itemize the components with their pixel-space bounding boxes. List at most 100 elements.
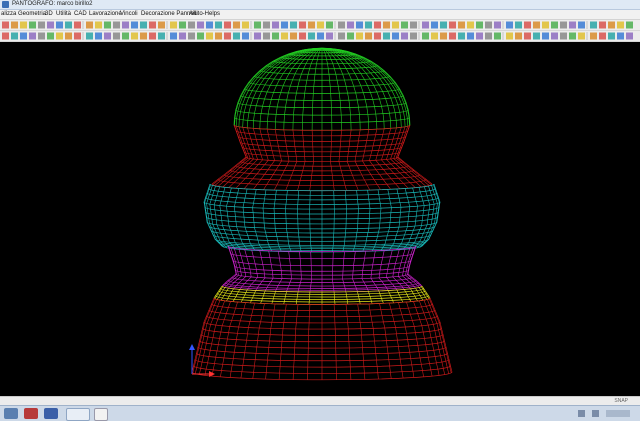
toolbar-button-icon[interactable] [197, 21, 204, 29]
toolbar-button-icon[interactable] [188, 21, 195, 29]
toolbar-button-icon[interactable] [272, 21, 279, 29]
toolbar-button-icon[interactable] [383, 32, 390, 40]
toolbar-button-icon[interactable] [578, 21, 585, 29]
toolbar-button-icon[interactable] [476, 21, 483, 29]
toolbar-button-icon[interactable] [113, 21, 120, 29]
snap-indicator[interactable]: SNAP [614, 397, 628, 405]
toolbar-button-icon[interactable] [74, 32, 81, 40]
toolbar-button-icon[interactable] [170, 32, 177, 40]
toolbar-button-icon[interactable] [104, 32, 111, 40]
toolbar-button-icon[interactable] [179, 32, 186, 40]
toolbar-button-icon[interactable] [2, 32, 9, 40]
toolbar-button-icon[interactable] [599, 21, 606, 29]
toolbar-button-icon[interactable] [140, 32, 147, 40]
toolbar-button-icon[interactable] [233, 32, 240, 40]
toolbar-button-icon[interactable] [47, 21, 54, 29]
toolbar-button-icon[interactable] [11, 32, 18, 40]
toolbar-button-icon[interactable] [65, 21, 72, 29]
toolbar-button-icon[interactable] [626, 21, 633, 29]
toolbar-button-icon[interactable] [449, 21, 456, 29]
toolbar-button-icon[interactable] [263, 21, 270, 29]
toolbar-button-icon[interactable] [392, 32, 399, 40]
toolbar-button-icon[interactable] [29, 21, 36, 29]
toolbar-button-icon[interactable] [485, 21, 492, 29]
menu-item-vincoli[interactable]: Vincoli [120, 10, 138, 19]
toolbar-button-icon[interactable] [422, 21, 429, 29]
toolbar-button-icon[interactable] [590, 21, 597, 29]
toolbar-button-icon[interactable] [299, 32, 306, 40]
network-icon[interactable] [578, 410, 585, 417]
toolbar-button-icon[interactable] [338, 21, 345, 29]
toolbar-button-icon[interactable] [401, 21, 408, 29]
toolbar-button-icon[interactable] [38, 21, 45, 29]
toolbar-button-icon[interactable] [476, 32, 483, 40]
toolbar-button-icon[interactable] [533, 21, 540, 29]
toolbar-button-icon[interactable] [2, 21, 9, 29]
toolbar-button-icon[interactable] [206, 21, 213, 29]
toolbar-button-icon[interactable] [617, 21, 624, 29]
toolbar-button-icon[interactable] [158, 21, 165, 29]
toolbar-button-icon[interactable] [401, 32, 408, 40]
toolbar-button-icon[interactable] [290, 32, 297, 40]
toolbar-button-icon[interactable] [410, 32, 417, 40]
toolbar-button-icon[interactable] [242, 21, 249, 29]
toolbar-button-icon[interactable] [506, 21, 513, 29]
toolbar-button-icon[interactable] [533, 32, 540, 40]
taskbar-active-app-icon[interactable] [66, 408, 90, 421]
toolbar-button-icon[interactable] [374, 21, 381, 29]
start-button-icon[interactable] [4, 408, 18, 419]
toolbar-button-icon[interactable] [347, 21, 354, 29]
toolbar-button-icon[interactable] [569, 32, 576, 40]
toolbar-button-icon[interactable] [392, 21, 399, 29]
toolbar-button-icon[interactable] [560, 32, 567, 40]
toolbar-button-icon[interactable] [170, 21, 177, 29]
toolbar-button-icon[interactable] [179, 21, 186, 29]
toolbar-button-icon[interactable] [281, 21, 288, 29]
toolbar-button-icon[interactable] [542, 21, 549, 29]
toolbar-button-icon[interactable] [122, 21, 129, 29]
taskbar-app-icon[interactable] [44, 408, 58, 419]
menu-item-aiuto-helps[interactable]: Aiuto-Helps [189, 10, 220, 19]
toolbar-button-icon[interactable] [308, 21, 315, 29]
toolbar-button-icon[interactable] [494, 21, 501, 29]
toolbar-button-icon[interactable] [617, 32, 624, 40]
toolbar-button-icon[interactable] [524, 32, 531, 40]
toolbar-button-icon[interactable] [122, 32, 129, 40]
toolbar-button-icon[interactable] [365, 21, 372, 29]
toolbar-button-icon[interactable] [56, 32, 63, 40]
menu-item-lavorazione[interactable]: Lavorazione [89, 10, 122, 19]
menu-item-3d[interactable]: 3D [45, 10, 53, 19]
toolbar-button-icon[interactable] [56, 21, 63, 29]
toolbar-button-icon[interactable] [215, 32, 222, 40]
toolbar-button-icon[interactable] [590, 32, 597, 40]
toolbar-button-icon[interactable] [515, 21, 522, 29]
toolbar-button-icon[interactable] [104, 21, 111, 29]
toolbar-button-icon[interactable] [158, 32, 165, 40]
drawing-canvas[interactable] [0, 42, 640, 396]
toolbar-button-icon[interactable] [224, 21, 231, 29]
toolbar-button-icon[interactable] [326, 21, 333, 29]
toolbar-button-icon[interactable] [560, 21, 567, 29]
toolbar-button-icon[interactable] [494, 32, 501, 40]
toolbar-button-icon[interactable] [440, 32, 447, 40]
menu-item-cad[interactable]: CAD [74, 10, 87, 19]
toolbar-button-icon[interactable] [578, 32, 585, 40]
toolbar-button-icon[interactable] [515, 32, 522, 40]
toolbar-button-icon[interactable] [20, 21, 27, 29]
toolbar-button-icon[interactable] [356, 32, 363, 40]
toolbar-button-icon[interactable] [197, 32, 204, 40]
toolbar-button-icon[interactable] [299, 21, 306, 29]
toolbar-button-icon[interactable] [410, 21, 417, 29]
toolbar-button-icon[interactable] [326, 32, 333, 40]
toolbar-button-icon[interactable] [551, 32, 558, 40]
toolbar-button-icon[interactable] [338, 32, 345, 40]
toolbar-button-icon[interactable] [383, 21, 390, 29]
toolbar-button-icon[interactable] [11, 21, 18, 29]
toolbar-button-icon[interactable] [149, 32, 156, 40]
toolbar-button-icon[interactable] [65, 32, 72, 40]
toolbar-button-icon[interactable] [506, 32, 513, 40]
toolbar-button-icon[interactable] [524, 21, 531, 29]
menu-item-visualizza[interactable]: alizza [1, 10, 16, 19]
toolbar-button-icon[interactable] [467, 32, 474, 40]
toolbar-button-icon[interactable] [440, 21, 447, 29]
